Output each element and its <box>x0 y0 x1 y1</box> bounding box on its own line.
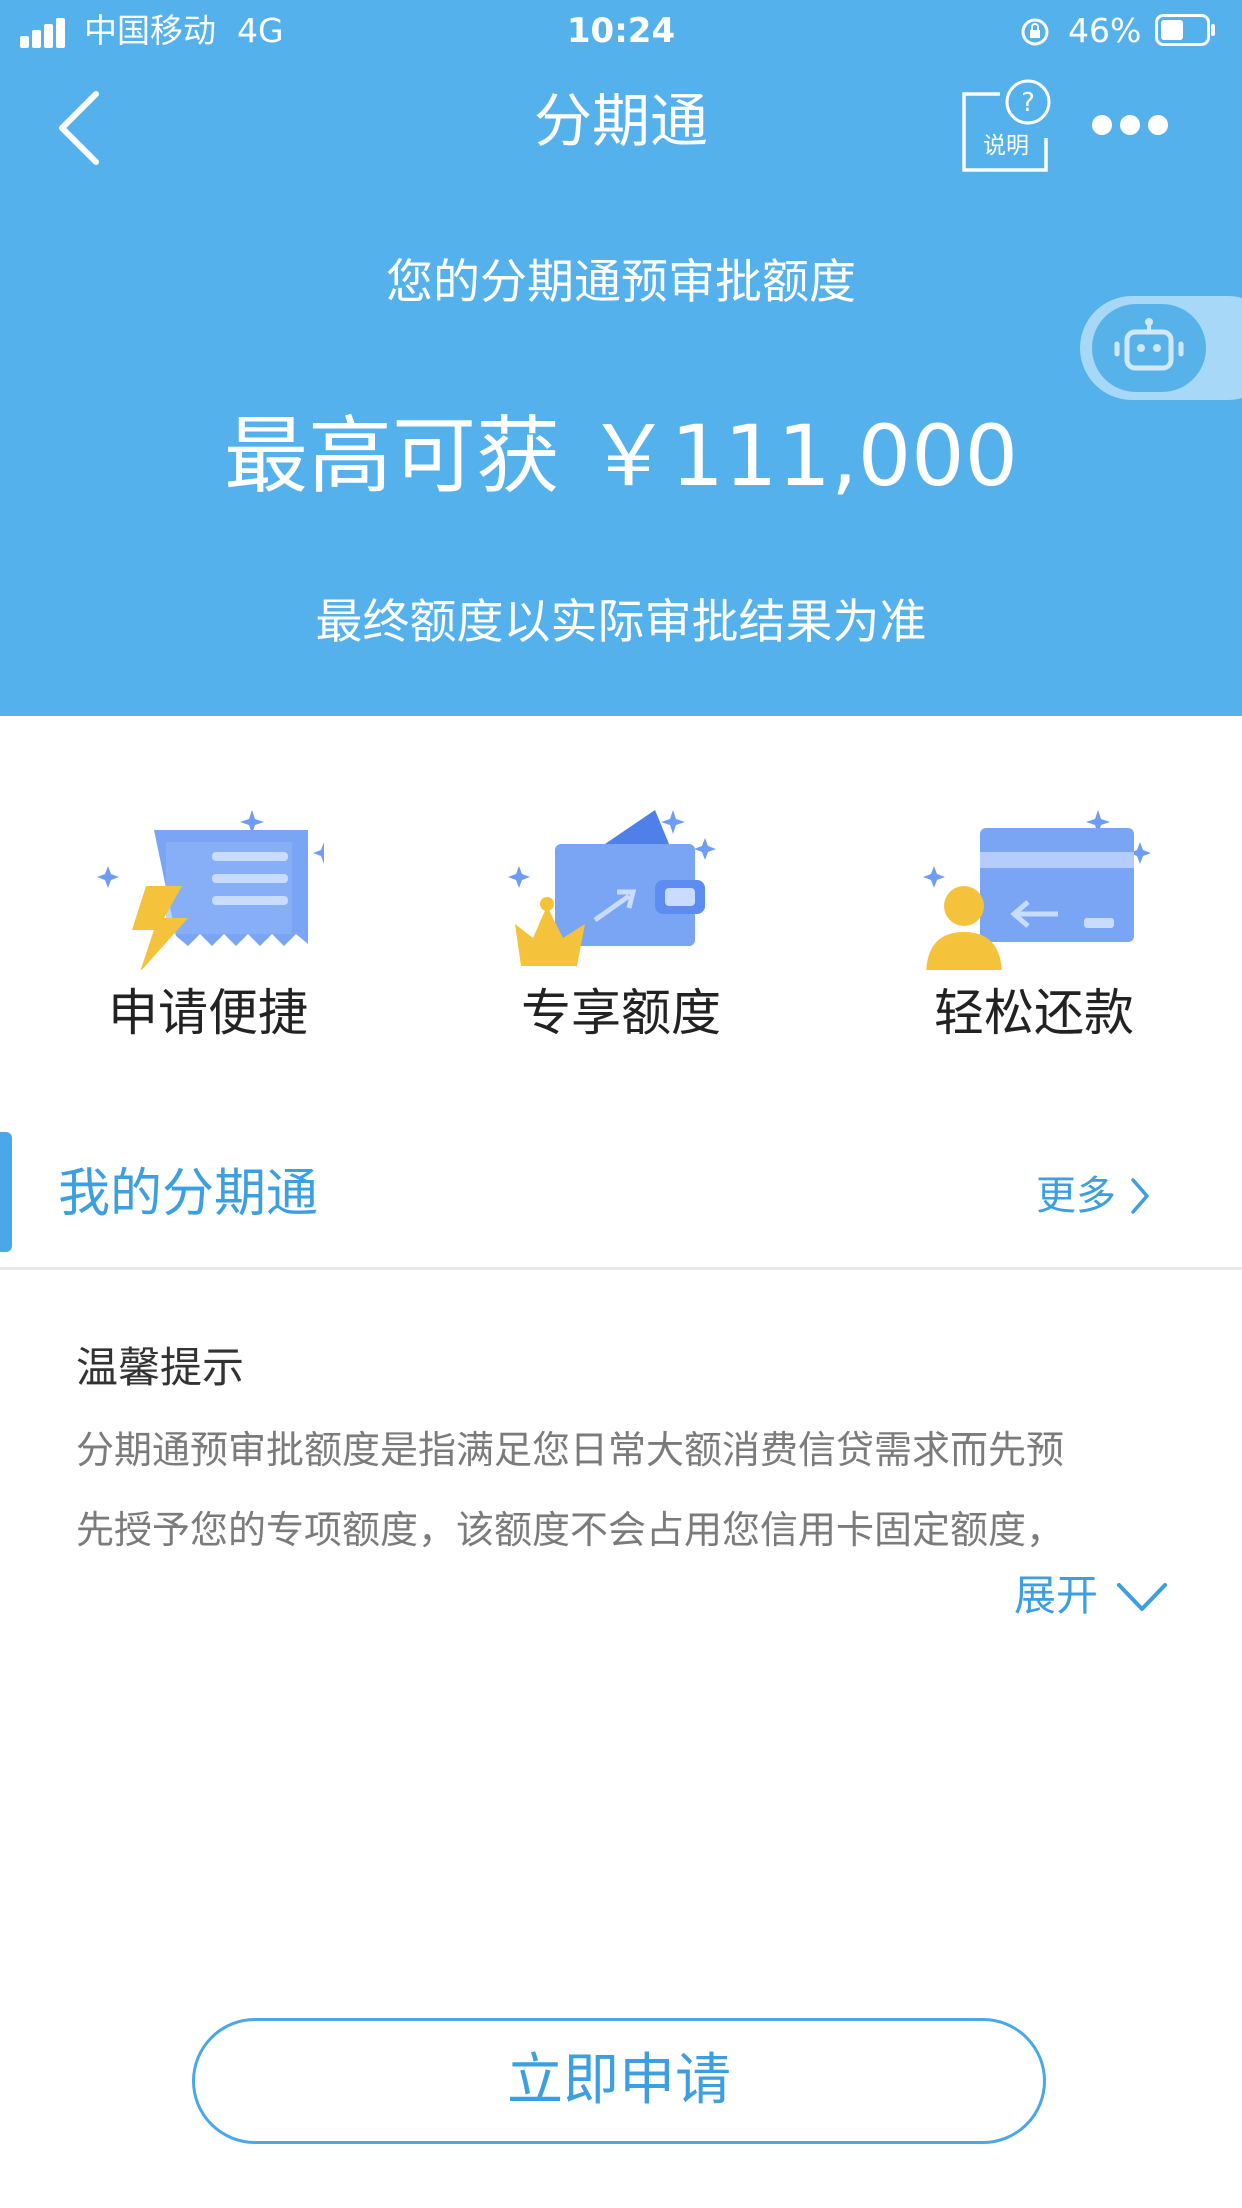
tips-title: 温馨提示 <box>76 1343 245 1392</box>
feature-easy-apply: 申请便捷 <box>68 800 348 1060</box>
tips-text-line: 先授予您的专项额度，该额度不会占用您信用卡固定额度， <box>76 1508 1065 1552</box>
feature-label: 轻松还款 <box>934 984 1134 1042</box>
credit-note: 最终额度以实际审批结果为准 <box>315 595 927 650</box>
wallet-crown-icon <box>508 810 716 966</box>
credit-subtitle: 您的分期通预审批额度 <box>386 255 856 310</box>
feature-label: 申请便捷 <box>108 984 308 1042</box>
amount-prefix: 最高可获 <box>223 407 560 505</box>
more-options-icon[interactable] <box>1088 110 1172 140</box>
tips-text-line: 分期通预审批额度是指满足您日常大额消费信贷需求而先预 <box>76 1428 1065 1472</box>
battery-icon <box>1155 14 1215 46</box>
receipt-lightning-icon <box>97 810 324 970</box>
feature-label: 专享额度 <box>521 984 721 1042</box>
apply-now-label[interactable]: 立即申请 <box>192 2041 1046 2121</box>
status-bar: 中国移动 4G 10:24 46% <box>0 0 1242 62</box>
feature-easy-repay: 轻松还款 <box>894 800 1174 1060</box>
help-label[interactable]: 说明 <box>964 130 1048 162</box>
credit-amount: ￥111,000 <box>586 407 1019 505</box>
section-accent-bar <box>0 1132 12 1252</box>
robot-icon[interactable] <box>1092 304 1206 392</box>
battery-percent: 46% <box>1068 11 1142 50</box>
my-installment-title: 我的分期通 <box>58 1164 319 1224</box>
card-user-icon <box>923 810 1150 970</box>
page-title: 分期通 <box>533 87 708 155</box>
chevron-right-icon[interactable] <box>1128 1176 1152 1216</box>
expand-link[interactable]: 展开 <box>1014 1566 1098 1626</box>
feature-exclusive-limit: 专享额度 <box>481 800 761 1060</box>
status-time: 10:24 <box>566 11 676 51</box>
chevron-down-icon[interactable] <box>1116 1580 1168 1614</box>
rotation-lock-icon <box>1021 18 1049 46</box>
more-link[interactable]: 更多 <box>1036 1168 1116 1224</box>
svg-text:?: ? <box>1021 88 1035 118</box>
credit-amount-line: 最高可获 ￥111,000 <box>0 400 1242 512</box>
section-divider <box>0 1267 1242 1270</box>
